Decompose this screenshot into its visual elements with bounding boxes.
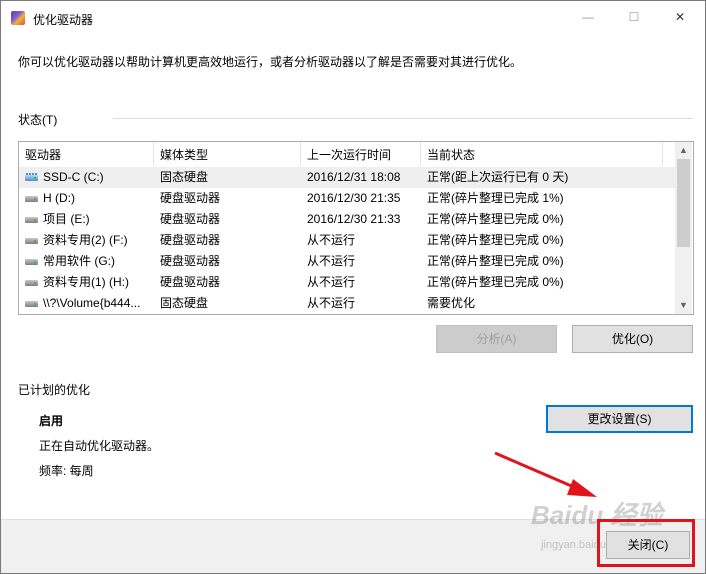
close-button[interactable]: 关闭(C) [606, 531, 690, 559]
optimize-drives-window: 优化驱动器 — ☐ ✕ 你可以优化驱动器以帮助计算机更高效地运行，或者分析驱动器… [0, 0, 706, 574]
annotation-arrow-icon [494, 451, 597, 497]
